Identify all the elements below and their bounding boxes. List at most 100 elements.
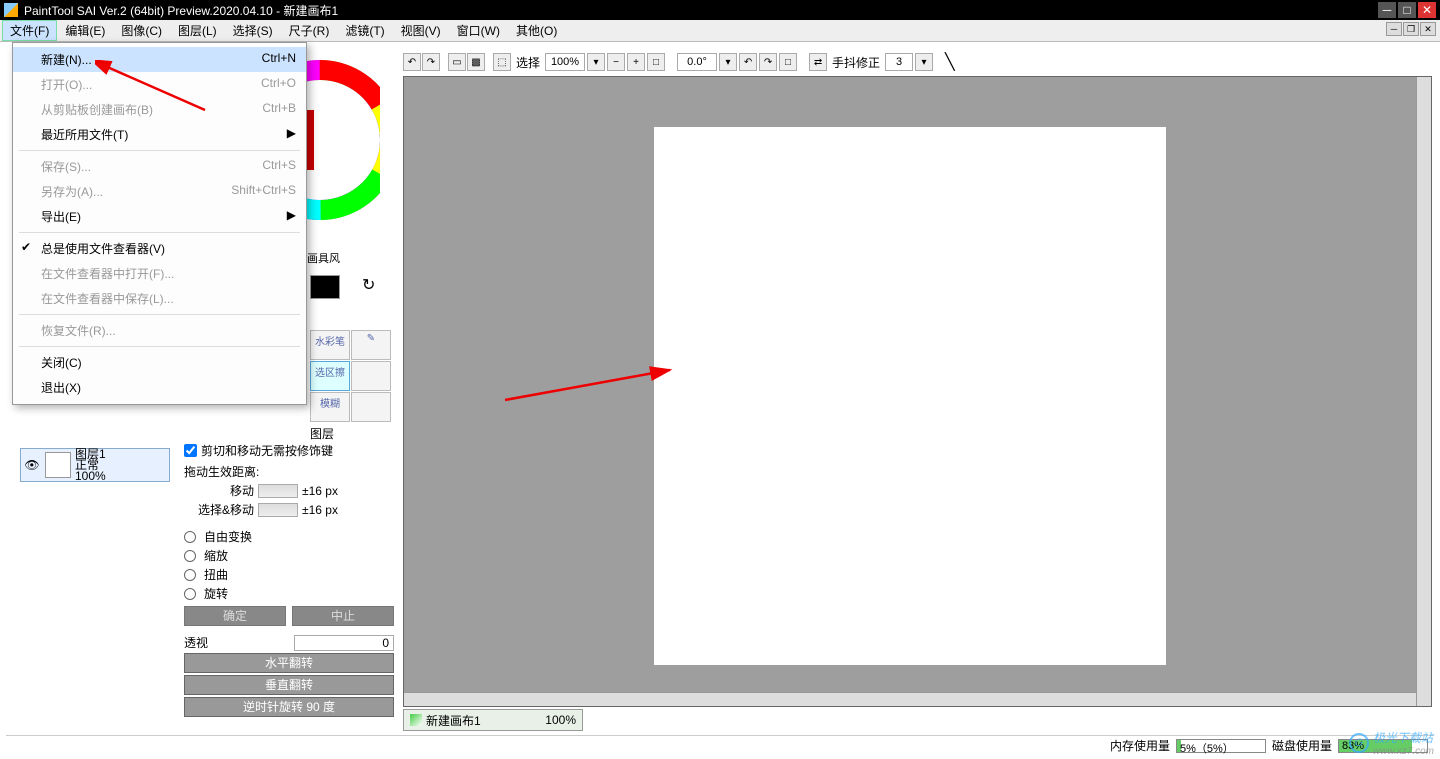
menu-separator: [19, 232, 300, 233]
layer-info: 图层1 正常 100%: [75, 449, 106, 482]
flip-v-button[interactable]: 垂直翻转: [184, 675, 394, 695]
zoom-fit-icon[interactable]: □: [647, 53, 665, 71]
horizontal-scrollbar[interactable]: [404, 692, 1417, 706]
move-slider[interactable]: [258, 484, 298, 498]
selmove-label: 选择&移动: [184, 501, 254, 518]
line-tool-icon[interactable]: ╲: [945, 52, 955, 72]
menu-recent[interactable]: 最近所用文件(T) ▶: [13, 122, 306, 147]
document-icon: [410, 714, 422, 726]
modifier-checkbox-label: 剪切和移动无需按修饰键: [201, 442, 333, 459]
angle-input[interactable]: [677, 53, 717, 71]
menu-save[interactable]: 保存(S)... Ctrl+S: [13, 154, 306, 179]
tb-select-label: 选择: [516, 54, 540, 71]
status-bar: 内存使用量 5%（5%） 磁盘使用量 83%: [6, 735, 1434, 755]
annotation-arrow-1: [95, 60, 215, 120]
menu-save-in-viewer[interactable]: 在文件查看器中保存(L)...: [13, 286, 306, 311]
menu-filter[interactable]: 滤镜(T): [337, 20, 392, 41]
watermark-icon: G: [1349, 733, 1369, 753]
menu-revert[interactable]: 恢复文件(R)...: [13, 318, 306, 343]
menu-new-shortcut: Ctrl+N: [262, 51, 296, 68]
tool-brush[interactable]: 水彩笔: [310, 330, 350, 360]
close-button[interactable]: ✕: [1418, 2, 1436, 18]
tb-redo-icon[interactable]: ↷: [422, 53, 440, 71]
ok-button[interactable]: 确定: [184, 606, 286, 626]
app-icon: [4, 3, 18, 17]
perspective-input[interactable]: [294, 635, 394, 651]
menu-bar: 文件(F) 编辑(E) 图像(C) 图层(L) 选择(S) 尺子(R) 滤镜(T…: [0, 20, 1440, 42]
doc-restore-button[interactable]: ❐: [1403, 22, 1419, 36]
submenu-arrow-icon: ▶: [287, 126, 296, 140]
selmove-slider[interactable]: [258, 503, 298, 517]
minimize-button[interactable]: ─: [1378, 2, 1396, 18]
stabilizer-dropdown-icon[interactable]: ▾: [915, 53, 933, 71]
modifier-checkbox[interactable]: [184, 444, 197, 457]
tool-empty-2[interactable]: [351, 392, 391, 422]
palette-label: 画具风: [307, 250, 340, 266]
window-title: PaintTool SAI Ver.2 (64bit) Preview.2020…: [24, 2, 1378, 19]
rotate-cw-icon[interactable]: ↷: [759, 53, 777, 71]
menu-image[interactable]: 图像(C): [113, 20, 170, 41]
tb-select-icon[interactable]: ⬚: [493, 53, 511, 71]
menu-separator: [19, 150, 300, 151]
menu-window[interactable]: 窗口(W): [449, 20, 508, 41]
menu-separator: [19, 314, 300, 315]
check-icon: ✔: [21, 240, 31, 254]
rotate-reset-icon[interactable]: □: [779, 53, 797, 71]
menu-export[interactable]: 导出(E) ▶: [13, 204, 306, 229]
watermark: G 极光下载站 www.xz7.com: [1349, 729, 1434, 757]
move-value: ±16 px: [302, 484, 362, 498]
annotation-arrow-2: [500, 360, 680, 410]
menu-ruler[interactable]: 尺子(R): [281, 20, 338, 41]
menu-layer[interactable]: 图层(L): [170, 20, 225, 41]
tool-blur[interactable]: 模糊: [310, 392, 350, 422]
menu-select[interactable]: 选择(S): [225, 20, 281, 41]
zoom-out-icon[interactable]: −: [607, 53, 625, 71]
menu-save-as[interactable]: 另存为(A)... Shift+Ctrl+S: [13, 179, 306, 204]
radio-free[interactable]: 自由变换: [184, 528, 394, 545]
menu-edit[interactable]: 编辑(E): [57, 20, 113, 41]
menu-view[interactable]: 视图(V): [393, 20, 449, 41]
mem-text: 5%（5%）: [1180, 740, 1234, 756]
menu-file[interactable]: 文件(F): [2, 20, 57, 41]
zoom-in-icon[interactable]: +: [627, 53, 645, 71]
tb-deselect-icon[interactable]: ▭: [448, 53, 466, 71]
menu-close[interactable]: 关闭(C): [13, 350, 306, 375]
window-controls: ─ □ ✕: [1378, 2, 1436, 18]
radio-distort[interactable]: 扭曲: [184, 566, 394, 583]
menu-use-viewer[interactable]: ✔ 总是使用文件查看器(V): [13, 236, 306, 261]
menu-other[interactable]: 其他(O): [508, 20, 565, 41]
rotate-ccw-icon[interactable]: ↶: [739, 53, 757, 71]
swap-colors-icon[interactable]: ↻: [362, 275, 375, 295]
tool-grid: 水彩笔 ✎ 选区擦 模糊: [310, 330, 391, 422]
angle-dropdown-icon[interactable]: ▾: [719, 53, 737, 71]
tool-select-erase[interactable]: 选区擦: [310, 361, 350, 391]
cancel-button[interactable]: 中止: [292, 606, 394, 626]
flip-icon[interactable]: ⇄: [809, 53, 827, 71]
rotate-90-button[interactable]: 逆时针旋转 90 度: [184, 697, 394, 717]
layer-visibility-icon[interactable]: 👁: [23, 458, 41, 472]
doc-close-button[interactable]: ✕: [1420, 22, 1436, 36]
canvas[interactable]: [654, 127, 1166, 665]
tb-undo-icon[interactable]: ↶: [403, 53, 421, 71]
stabilizer-input[interactable]: [885, 53, 913, 71]
tool-empty[interactable]: [351, 361, 391, 391]
maximize-button[interactable]: □: [1398, 2, 1416, 18]
selmove-value: ±16 px: [302, 503, 362, 517]
tool-pen-icon[interactable]: ✎: [351, 330, 391, 360]
doc-minimize-button[interactable]: ─: [1386, 22, 1402, 36]
document-tab-zoom: 100%: [545, 713, 576, 727]
document-tab[interactable]: 新建画布1 100%: [403, 709, 583, 731]
watermark-text: 极光下载站: [1373, 729, 1434, 746]
color-wheel[interactable]: [300, 60, 380, 230]
zoom-dropdown-icon[interactable]: ▾: [587, 53, 605, 71]
zoom-input[interactable]: [545, 53, 585, 71]
radio-rotate[interactable]: 旋转: [184, 585, 394, 602]
menu-exit[interactable]: 退出(X): [13, 375, 306, 400]
layer-item[interactable]: 👁 图层1 正常 100%: [20, 448, 170, 482]
layer-thumbnail: [45, 452, 71, 478]
foreground-swatch[interactable]: [310, 275, 340, 299]
menu-open-in-viewer[interactable]: 在文件查看器中打开(F)...: [13, 261, 306, 286]
flip-h-button[interactable]: 水平翻转: [184, 653, 394, 673]
radio-scale[interactable]: 缩放: [184, 547, 394, 564]
tb-invert-icon[interactable]: ▩: [467, 53, 485, 71]
